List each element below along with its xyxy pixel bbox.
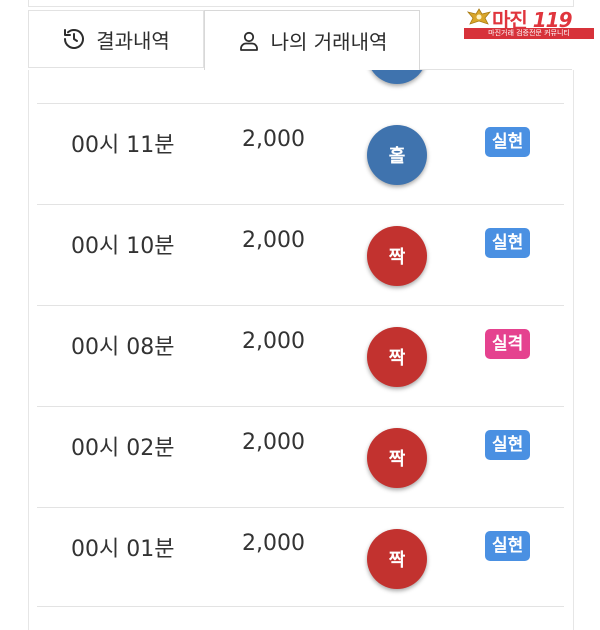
transaction-row: 00시 01분 2,000 짝 실현 (37, 507, 564, 608)
transaction-row: 00시 11분 2,000 홀 실현 (37, 103, 564, 204)
result-badge: 실현 (485, 531, 531, 561)
result-badge: 실현 (485, 430, 531, 460)
tab-mine-label: 나의 거래내역 (270, 30, 388, 54)
site-watermark-logo: 마진 119 마진거래 검증전문 커뮤니티 (462, 4, 596, 40)
row-time: 00시 11분 (71, 133, 175, 158)
result-badge: 실현 (485, 127, 531, 157)
row-amount: 2,000 (242, 127, 305, 152)
row-time: 00시 02분 (71, 436, 175, 461)
pick-ball: 짝 (367, 529, 427, 589)
row-amount: 2,000 (242, 228, 305, 253)
user-icon (237, 29, 261, 53)
transaction-row: 00시 10분 2,000 짝 실현 (37, 204, 564, 305)
result-badge: 실격 (485, 329, 531, 359)
row-amount: 2,000 (242, 430, 305, 455)
pick-ball: 홀 (367, 125, 427, 185)
row-time: 00시 01분 (71, 537, 175, 562)
tab-my-transactions[interactable]: 나의 거래내역 (204, 10, 420, 70)
tab-result-label: 결과내역 (96, 28, 170, 53)
list-bottom-divider (37, 606, 564, 607)
pick-ball: 짝 (367, 226, 427, 286)
result-badge: 실현 (485, 228, 531, 258)
row-amount: 2,000 (242, 531, 305, 556)
pick-ball: 짝 (367, 428, 427, 488)
row-time: 00시 08분 (71, 335, 175, 360)
transaction-row: 00시 02분 2,000 짝 실현 (37, 406, 564, 507)
row-amount: 2,000 (242, 329, 305, 354)
transaction-list: 00시 11분 2,000 홀 실현 00시 10분 2,000 짝 실현 00시 08분 2,0… (28, 70, 574, 630)
partial-result-ball (367, 70, 427, 84)
pick-ball: 짝 (367, 327, 427, 387)
row-time: 00시 10분 (71, 234, 175, 259)
transaction-row: 00시 08분 2,000 짝 실격 (37, 305, 564, 406)
logo-tagline: 마진거래 검증전문 커뮤니티 (464, 28, 594, 39)
history-icon (62, 27, 86, 51)
tab-result-history[interactable]: 결과내역 (28, 10, 204, 68)
